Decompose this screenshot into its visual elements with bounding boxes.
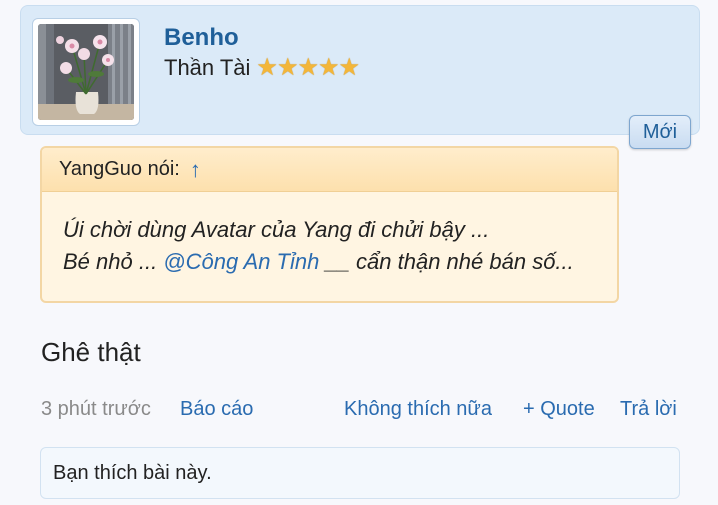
username[interactable]: Benho xyxy=(164,24,239,52)
quote-line-1: Úi chời dùng Avatar của Yang đi chửi bậy… xyxy=(63,217,490,242)
rating-stars: ★ ★ ★ ★ ★ xyxy=(256,54,360,81)
quote-line-2-end: __ cẩn thận nhé bán số... xyxy=(319,249,574,274)
star-icon: ★ xyxy=(338,54,360,81)
star-icon: ★ xyxy=(256,54,278,81)
quote-block: YangGuo nói: ↑ Úi chời dùng Avatar của Y… xyxy=(40,146,619,303)
post-actions-row: 3 phút trước Báo cáo Không thích nữa + Q… xyxy=(41,398,681,426)
star-icon: ★ xyxy=(276,54,299,81)
reply-link[interactable]: Trả lời xyxy=(620,398,677,421)
user-title: Thần Tài xyxy=(164,55,251,80)
quote-line-2-start: Bé nhỏ ... xyxy=(63,249,164,274)
new-post-badge: Mới xyxy=(629,115,691,149)
likes-summary: Bạn thích bài này. xyxy=(40,447,680,499)
quote-header: YangGuo nói: ↑ xyxy=(42,148,617,192)
likes-text: Bạn thích bài này. xyxy=(53,461,212,484)
user-info-card: Benho Thần Tài ★ ★ ★ ★ ★ xyxy=(20,5,700,135)
quote-line-2: Bé nhỏ ... @Công An Tỉnh __ cẩn thận nhé… xyxy=(63,246,617,278)
quote-author: YangGuo nói: xyxy=(59,158,180,180)
avatar-frame[interactable] xyxy=(32,18,140,126)
user-title-row: Thần Tài ★ ★ ★ ★ ★ xyxy=(164,54,360,81)
quote-body: Úi chời dùng Avatar của Yang đi chửi bậy… xyxy=(42,192,617,278)
unlike-link[interactable]: Không thích nữa xyxy=(344,398,492,421)
star-icon: ★ xyxy=(297,54,319,81)
message-text: Ghê thật xyxy=(41,337,141,367)
star-icon: ★ xyxy=(317,54,340,81)
user-mention-link[interactable]: @Công An Tỉnh xyxy=(163,249,319,274)
jump-to-quote-arrow-icon[interactable]: ↑ xyxy=(190,157,201,183)
quote-link[interactable]: + Quote xyxy=(523,398,595,421)
avatar[interactable] xyxy=(38,24,134,120)
post-timestamp[interactable]: 3 phút trước xyxy=(41,398,151,421)
report-link[interactable]: Báo cáo xyxy=(180,398,253,421)
